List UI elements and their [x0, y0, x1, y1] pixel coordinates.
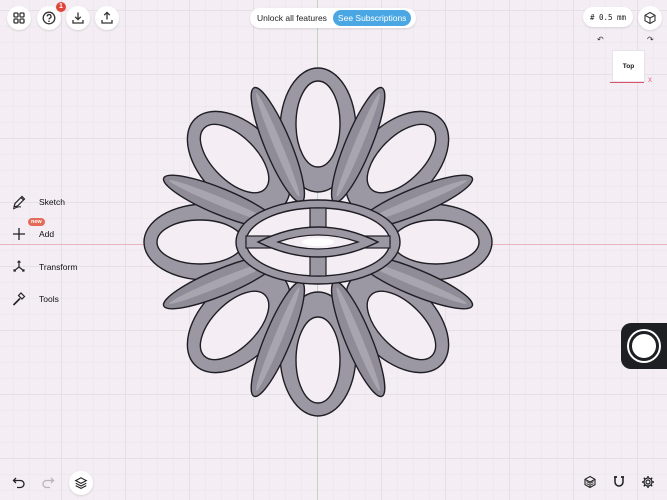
redo-button[interactable] — [38, 472, 58, 492]
undo-icon — [12, 477, 25, 489]
tool-tools[interactable]: Tools — [8, 287, 59, 311]
undo-button[interactable] — [9, 472, 29, 492]
tool-add[interactable]: new Add — [8, 218, 55, 246]
tool-sketch-label: Sketch — [39, 197, 65, 207]
tool-add-label: Add — [39, 229, 55, 239]
center-eye-glint — [302, 238, 334, 246]
gear-icon — [642, 476, 654, 488]
hammer-icon — [12, 292, 26, 306]
magnet-icon — [614, 476, 624, 487]
cube-texture-icon — [584, 475, 596, 489]
tool-sketch[interactable]: Sketch — [8, 190, 65, 214]
record-button[interactable] — [621, 323, 667, 369]
redo-icon — [42, 477, 55, 489]
settings-button[interactable] — [638, 472, 658, 492]
pencil-icon — [12, 195, 26, 210]
material-button[interactable] — [580, 472, 600, 492]
petal-hole — [295, 80, 341, 168]
tool-tools-label: Tools — [39, 294, 59, 304]
snap-button[interactable] — [609, 472, 629, 492]
transform-icon — [13, 260, 25, 272]
new-badge: new — [28, 218, 45, 226]
flower-model[interactable] — [143, 67, 493, 417]
petal-hole — [156, 219, 244, 265]
model-viewport[interactable] — [0, 0, 667, 500]
petal-hole — [295, 316, 341, 404]
petal-hole — [392, 219, 480, 265]
layers-icon — [74, 477, 88, 490]
layers-button[interactable] — [69, 471, 93, 495]
plus-icon — [13, 228, 25, 240]
record-circle-icon — [629, 331, 659, 361]
tool-transform[interactable]: Transform — [8, 255, 77, 279]
tool-transform-label: Transform — [39, 262, 78, 272]
